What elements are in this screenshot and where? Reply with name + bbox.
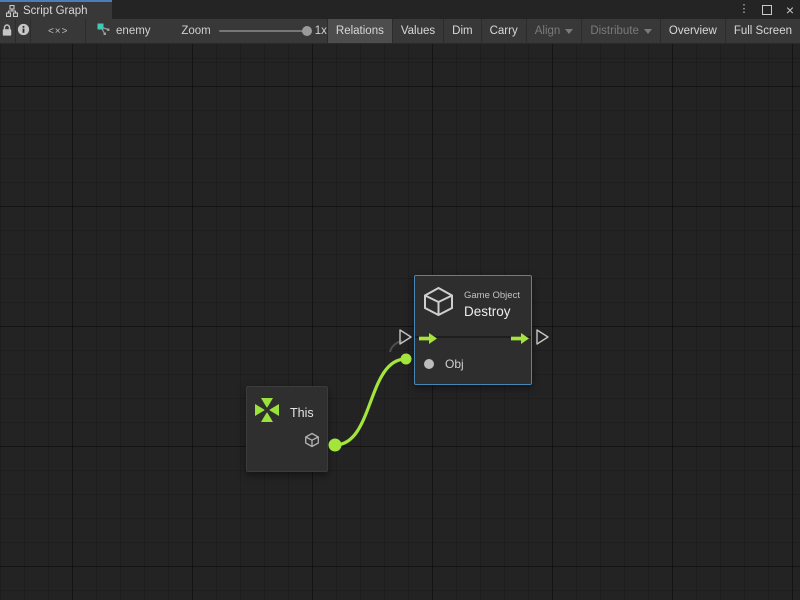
chevron-down-icon — [565, 29, 573, 34]
zoom-to-fit-button[interactable]: <×> — [31, 19, 86, 43]
control-flow-row — [415, 321, 531, 347]
graph-asset-icon — [97, 23, 111, 39]
align-dropdown[interactable]: Align — [526, 19, 582, 43]
window-controls: ⋮ × — [738, 0, 796, 19]
zoom-control: Zoom 1x — [151, 19, 327, 43]
tab-script-graph[interactable]: Script Graph — [0, 0, 112, 19]
angle-brackets-x-icon: <×> — [48, 26, 69, 37]
obj-port-dot[interactable] — [424, 359, 434, 369]
script-graph-window: Script Graph ⋮ × — [0, 0, 800, 600]
tab-title: Script Graph — [23, 5, 88, 17]
converge-arrows-icon — [254, 397, 280, 428]
control-output-triangle-icon[interactable] — [537, 330, 548, 344]
wire-stub — [390, 341, 402, 352]
distribute-dropdown[interactable]: Distribute — [581, 19, 660, 43]
lock-button[interactable] — [0, 19, 16, 43]
connection-wire[interactable] — [335, 359, 406, 445]
zoom-slider[interactable] — [219, 30, 307, 32]
close-icon[interactable]: × — [784, 3, 796, 17]
more-menu-icon[interactable]: ⋮ — [738, 3, 750, 17]
graph-breadcrumb[interactable]: enemy — [86, 19, 151, 43]
zoom-value: 1x — [315, 25, 327, 37]
control-input-triangle-icon[interactable] — [400, 330, 411, 344]
graph-name: enemy — [116, 25, 151, 37]
overview-button[interactable]: Overview — [660, 19, 725, 43]
lock-icon — [1, 23, 13, 40]
zoom-label: Zoom — [181, 25, 210, 37]
hierarchy-graph-icon — [6, 5, 18, 17]
tab-bar: Script Graph ⋮ × — [0, 0, 800, 19]
values-button[interactable]: Values — [392, 19, 443, 43]
obj-input-port-row[interactable]: Obj — [415, 351, 531, 371]
zoom-slider-handle[interactable] — [302, 26, 312, 36]
node-this-title: This — [290, 406, 314, 420]
cube-icon — [422, 286, 455, 322]
carry-button[interactable]: Carry — [481, 19, 526, 43]
node-destroy[interactable]: Game Object Destroy — [414, 275, 532, 385]
node-this[interactable]: This — [246, 386, 328, 472]
wire-end-dot[interactable] — [401, 354, 412, 365]
node-category: Game Object — [464, 290, 520, 301]
control-output-arrow-icon[interactable] — [511, 331, 529, 349]
dim-button[interactable]: Dim — [443, 19, 480, 43]
relations-button[interactable]: Relations — [327, 19, 392, 43]
control-input-arrow-icon[interactable] — [419, 331, 437, 349]
graph-toolbar: <×> enemy Zoom 1x Relations — [0, 19, 800, 44]
obj-port-label: Obj — [445, 357, 464, 371]
wire-start-dot[interactable] — [329, 439, 342, 452]
graph-canvas[interactable]: This Game Object Dest — [0, 44, 800, 600]
full-screen-button[interactable]: Full Screen — [725, 19, 800, 43]
node-title: Destroy — [464, 304, 520, 319]
info-icon — [17, 23, 30, 39]
node-this-header: This — [247, 387, 327, 428]
chevron-down-icon — [644, 29, 652, 34]
game-object-output-port[interactable] — [304, 432, 320, 453]
info-button[interactable] — [16, 19, 32, 43]
toolbar-toggle-group: Relations Values Dim Carry Align Distrib… — [327, 19, 800, 43]
node-destroy-body: Obj — [415, 351, 531, 384]
connections-overlay — [0, 44, 800, 600]
node-destroy-header: Game Object Destroy — [415, 276, 531, 322]
maximize-icon[interactable] — [761, 3, 773, 17]
